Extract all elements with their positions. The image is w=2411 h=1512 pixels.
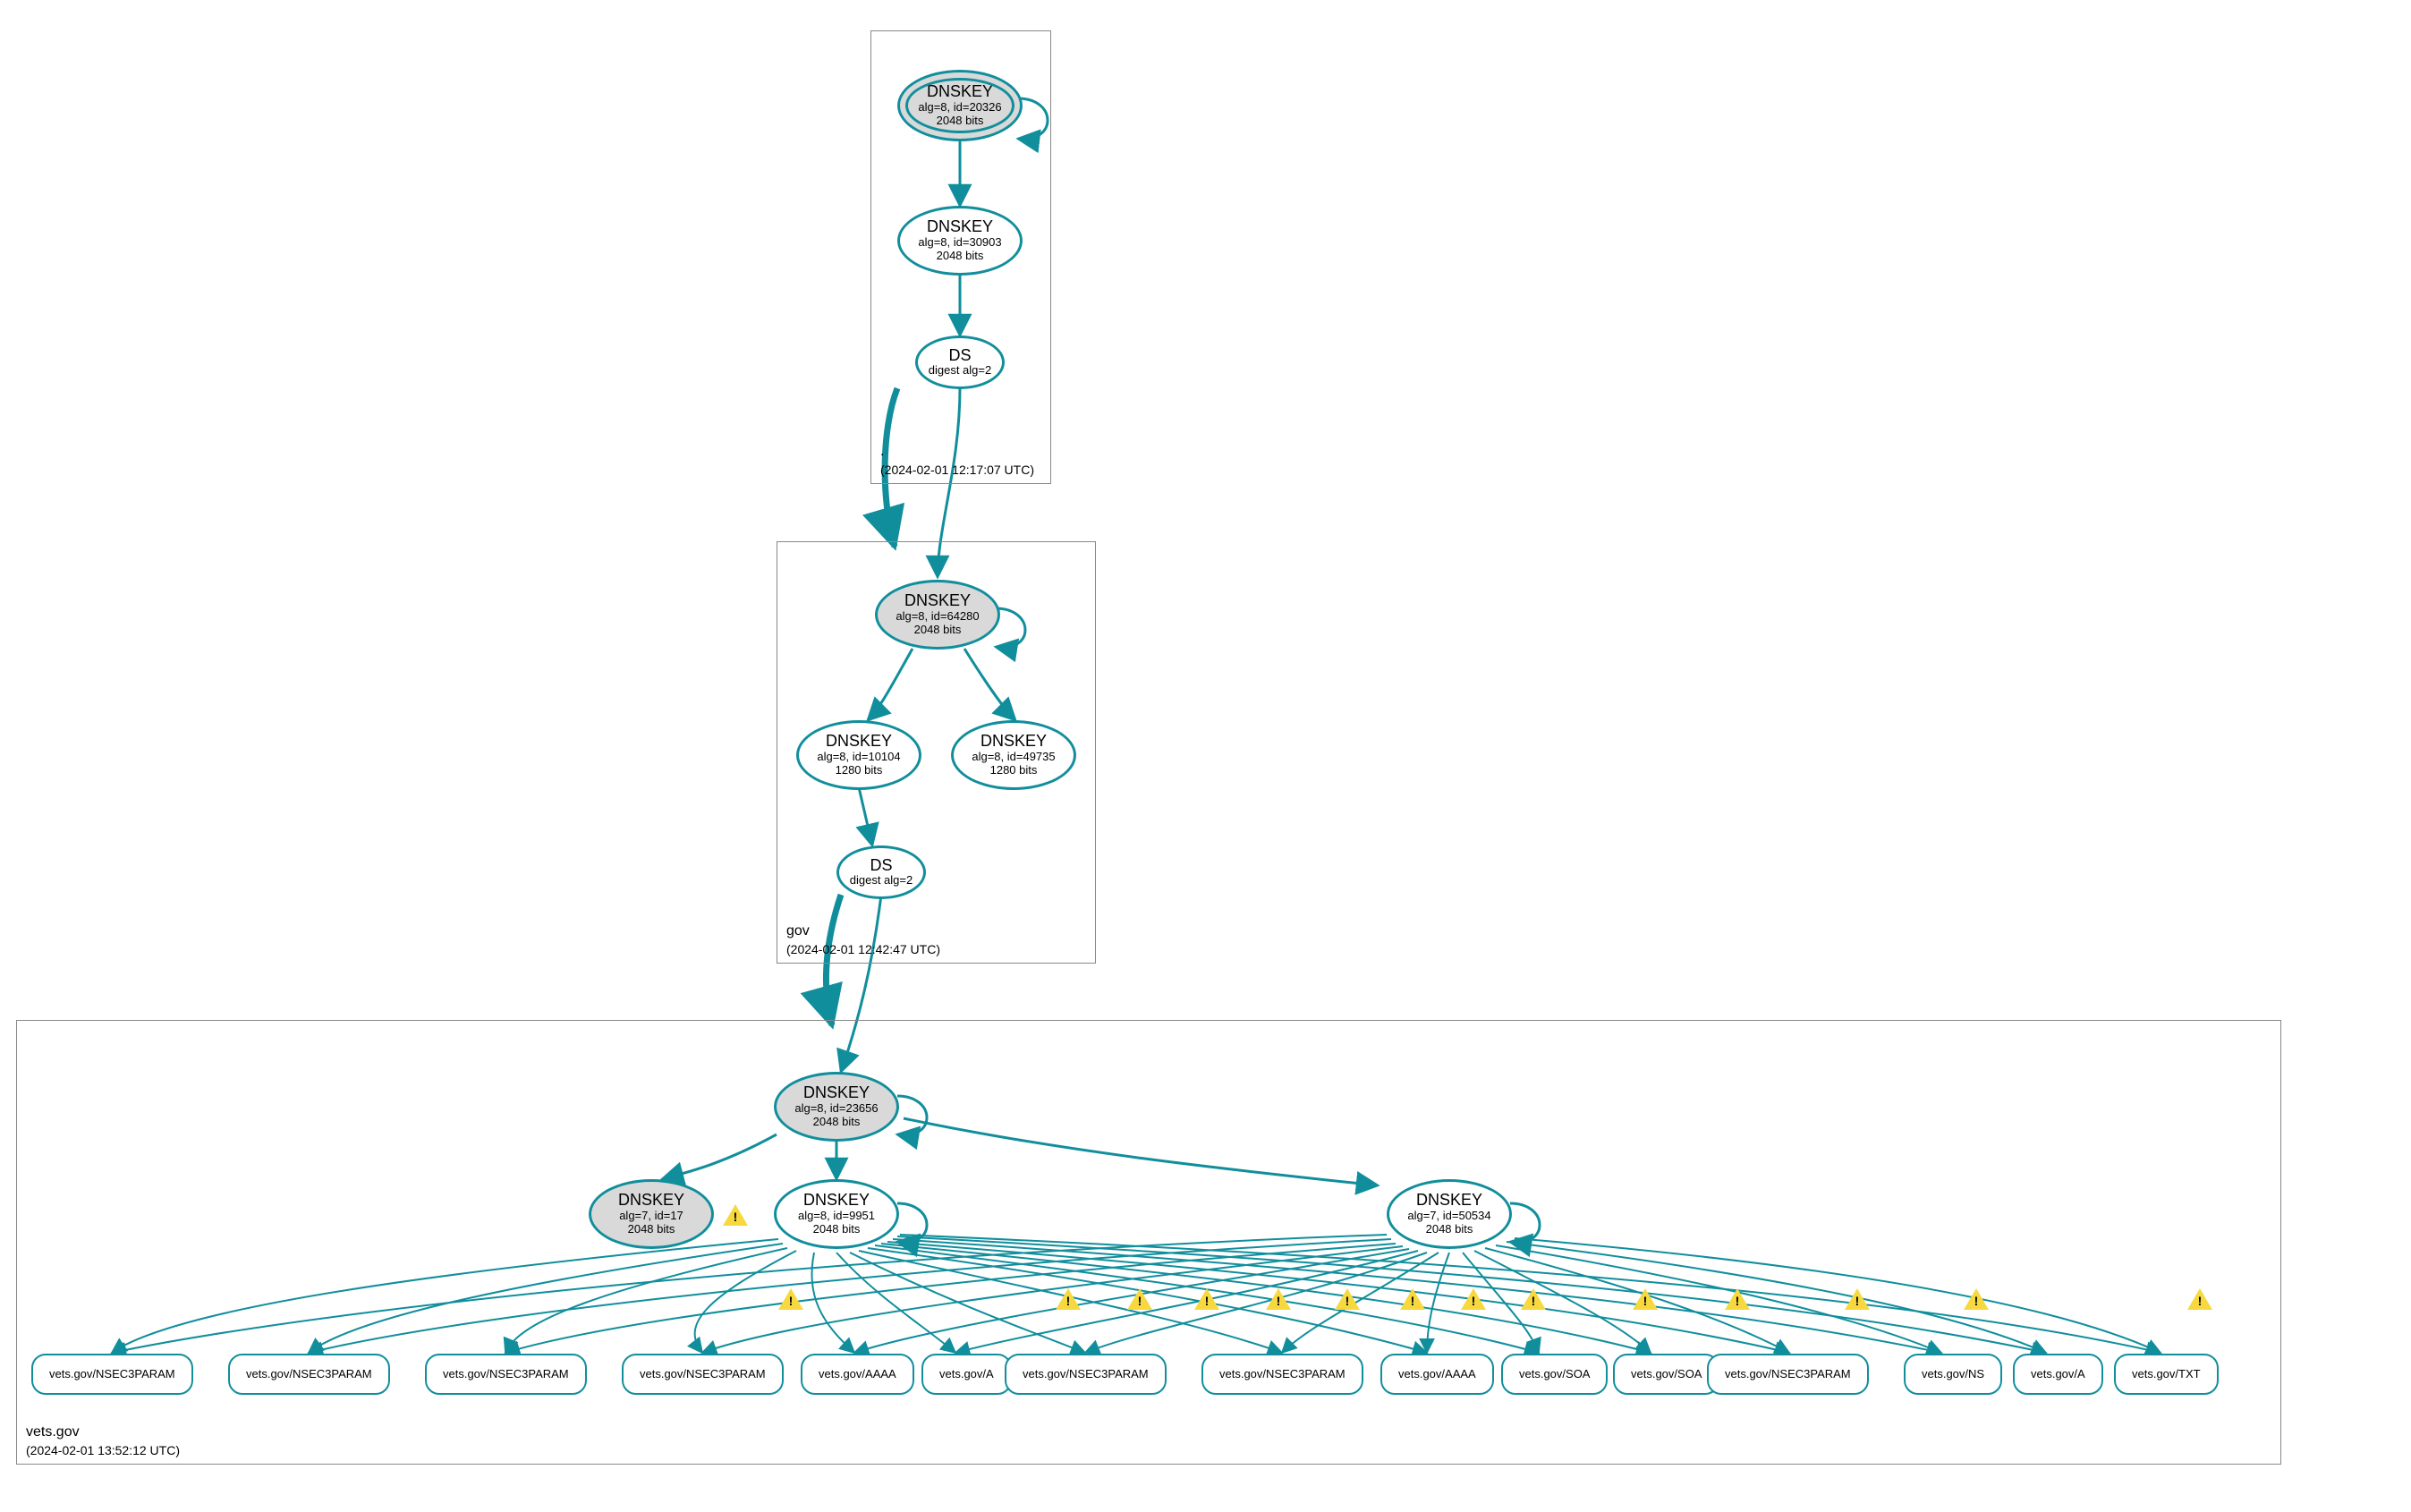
zone-vets: vets.gov (2024-02-01 13:52:12 UTC) (16, 1020, 2281, 1465)
rr-nsec3param-7: vets.gov/NSEC3PARAM (1707, 1354, 1869, 1395)
warning-icon (1335, 1288, 1360, 1310)
warning-icon (723, 1204, 748, 1226)
rr-aaaa-2: vets.gov/AAAA (1380, 1354, 1494, 1395)
dnskey-root-ksk: DNSKEYalg=8, id=203262048 bits (897, 70, 1023, 141)
rr-nsec3param-3: vets.gov/NSEC3PARAM (425, 1354, 587, 1395)
rr-nsec3param-2: vets.gov/NSEC3PARAM (228, 1354, 390, 1395)
ds-root: DSdigest alg=2 (915, 336, 1005, 389)
warning-icon (1266, 1288, 1291, 1310)
dnskey-root-zsk: DNSKEYalg=8, id=309032048 bits (897, 206, 1023, 276)
warning-icon (2187, 1288, 2212, 1310)
warning-icon (778, 1288, 803, 1310)
dnskey-gov-ksk: DNSKEYalg=8, id=642802048 bits (875, 580, 1000, 650)
rr-soa-2: vets.gov/SOA (1613, 1354, 1719, 1395)
zone-gov-label: gov (2024-02-01 12:42:47 UTC) (786, 922, 940, 957)
zone-vets-label: vets.gov (2024-02-01 13:52:12 UTC) (26, 1423, 180, 1458)
dnskey-vets-zsk: DNSKEYalg=8, id=99512048 bits (774, 1179, 899, 1249)
rr-soa-1: vets.gov/SOA (1501, 1354, 1608, 1395)
rr-txt: vets.gov/TXT (2114, 1354, 2219, 1395)
rr-ns: vets.gov/NS (1904, 1354, 2002, 1395)
dnskey-gov-zsk2: DNSKEYalg=8, id=497351280 bits (951, 720, 1076, 790)
warning-icon (1725, 1288, 1750, 1310)
rr-nsec3param-5: vets.gov/NSEC3PARAM (1005, 1354, 1167, 1395)
dnskey-vets-alg7-50534: DNSKEYalg=7, id=505342048 bits (1387, 1179, 1512, 1249)
dnskey-vets-alg7-17: DNSKEYalg=7, id=172048 bits (589, 1179, 714, 1249)
warning-icon (1521, 1288, 1546, 1310)
dnskey-vets-ksk: DNSKEYalg=8, id=236562048 bits (774, 1072, 899, 1142)
rr-nsec3param-1: vets.gov/NSEC3PARAM (31, 1354, 193, 1395)
warning-icon (1400, 1288, 1425, 1310)
warning-icon (1194, 1288, 1219, 1310)
warning-icon (1461, 1288, 1486, 1310)
warning-icon (1056, 1288, 1081, 1310)
rr-a-2: vets.gov/A (2013, 1354, 2103, 1395)
ds-gov: DSdigest alg=2 (836, 845, 926, 899)
warning-icon (1127, 1288, 1152, 1310)
dnskey-gov-zsk1: DNSKEYalg=8, id=101041280 bits (796, 720, 921, 790)
rr-a-1: vets.gov/A (921, 1354, 1012, 1395)
rr-nsec3param-4: vets.gov/NSEC3PARAM (622, 1354, 784, 1395)
warning-icon (1964, 1288, 1989, 1310)
warning-icon (1845, 1288, 1870, 1310)
zone-root-label: . (2024-02-01 12:17:07 UTC) (880, 443, 1034, 478)
warning-icon (1633, 1288, 1658, 1310)
rr-aaaa-1: vets.gov/AAAA (801, 1354, 914, 1395)
rr-nsec3param-6: vets.gov/NSEC3PARAM (1201, 1354, 1363, 1395)
